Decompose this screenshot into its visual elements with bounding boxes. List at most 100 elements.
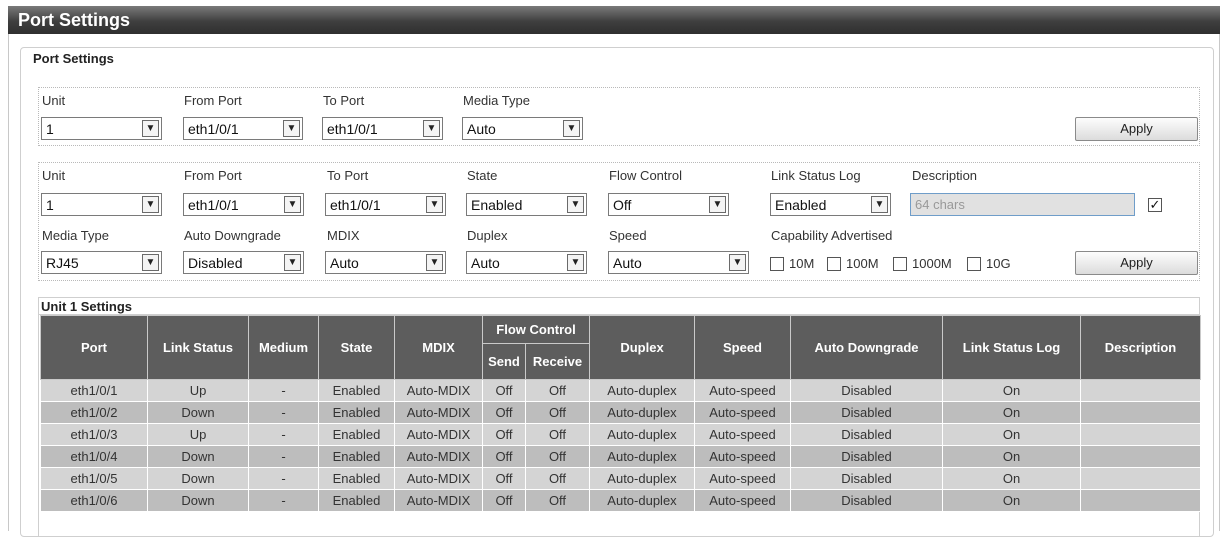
cell-duplex: Auto-duplex — [589, 467, 695, 490]
duplex-select[interactable]: Auto ▼ — [466, 251, 587, 274]
mdix-select-value: Auto — [330, 255, 359, 271]
to-port-select-value: eth1/0/1 — [330, 197, 381, 213]
chevron-down-icon: ▼ — [423, 120, 440, 137]
cell-auto-downgrade: Disabled — [790, 489, 943, 512]
from-port-select[interactable]: eth1/0/1 ▼ — [183, 117, 303, 140]
capability-10m-label: 10M — [789, 256, 815, 271]
flow-control-label: Flow Control — [609, 168, 682, 183]
media-type-select-value: Auto — [467, 121, 496, 137]
cell-duplex: Auto-duplex — [589, 445, 695, 468]
cell-medium: - — [248, 467, 319, 490]
media-type-label: Media Type — [463, 93, 530, 108]
speed-select[interactable]: Auto ▼ — [608, 251, 749, 274]
cell-state: Enabled — [318, 401, 395, 424]
header-receive: Receive — [525, 343, 590, 380]
to-port-label: To Port — [327, 168, 369, 183]
header-flow-control: Flow Control — [482, 315, 590, 344]
header-description: Description — [1080, 315, 1201, 380]
chevron-down-icon: ▼ — [284, 254, 301, 271]
duplex-select-value: Auto — [471, 255, 500, 271]
cell-receive: Off — [525, 379, 590, 402]
header-link-status: Link Status — [147, 315, 249, 380]
chevron-down-icon: ▼ — [563, 120, 580, 137]
capability-10m-checkbox[interactable] — [770, 257, 784, 271]
cell-mdix: Auto-MDIX — [394, 401, 483, 424]
cell-duplex: Auto-duplex — [589, 379, 695, 402]
cell-port: eth1/0/6 — [40, 489, 148, 512]
unit-select-value: 1 — [46, 121, 54, 137]
cell-link-status: Down — [147, 489, 249, 512]
cell-medium: - — [248, 423, 319, 446]
apply-button-2[interactable]: Apply — [1075, 251, 1198, 275]
to-port-select[interactable]: eth1/0/1 ▼ — [325, 193, 446, 216]
unit-select[interactable]: 1 ▼ — [41, 117, 162, 140]
apply-button[interactable]: Apply — [1075, 117, 1198, 141]
cell-port: eth1/0/4 — [40, 445, 148, 468]
cell-speed: Auto-speed — [694, 401, 791, 424]
state-label: State — [467, 168, 498, 183]
table-row: eth1/0/3 Up - Enabled Auto-MDIX Off Off Auto-du… — [40, 423, 1201, 446]
cell-medium: - — [248, 489, 319, 512]
media-type-select[interactable]: RJ45 ▼ — [41, 251, 162, 274]
port-settings-table: Port Link Status Medium State MDIX Flow … — [40, 315, 1201, 512]
from-port-select-value: eth1/0/1 — [188, 197, 239, 213]
header-send: Send — [482, 343, 526, 380]
cell-state: Enabled — [318, 379, 395, 402]
state-select[interactable]: Enabled ▼ — [466, 193, 587, 216]
from-port-select[interactable]: eth1/0/1 ▼ — [183, 193, 304, 216]
to-port-label: To Port — [323, 93, 365, 108]
cell-description — [1080, 467, 1201, 490]
state-select-value: Enabled — [471, 197, 523, 213]
to-port-select[interactable]: eth1/0/1 ▼ — [322, 117, 443, 140]
chevron-down-icon: ▼ — [142, 254, 159, 271]
speed-label: Speed — [609, 228, 647, 243]
table-row: eth1/0/1 Up - Enabled Auto-MDIX Off Off Auto-du… — [40, 379, 1201, 402]
unit-label: Unit — [42, 93, 66, 108]
description-checkbox[interactable]: ✓ — [1148, 198, 1162, 212]
link-status-log-select[interactable]: Enabled ▼ — [770, 193, 891, 216]
cell-link-status-log: On — [942, 423, 1081, 446]
capability-1000m-checkbox[interactable] — [893, 257, 907, 271]
chevron-down-icon: ▼ — [709, 196, 726, 213]
unit-select[interactable]: 1 ▼ — [41, 193, 162, 216]
cell-state: Enabled — [318, 445, 395, 468]
auto-downgrade-select[interactable]: Disabled ▼ — [183, 251, 304, 274]
chevron-down-icon: ▼ — [284, 196, 301, 213]
cell-send: Off — [482, 379, 526, 402]
cell-receive: Off — [525, 445, 590, 468]
unit-select-value: 1 — [46, 197, 54, 213]
chevron-down-icon: ▼ — [283, 120, 300, 137]
from-port-select-value: eth1/0/1 — [188, 121, 239, 137]
mdix-select[interactable]: Auto ▼ — [325, 251, 446, 274]
table-row: eth1/0/6 Down - Enabled Auto-MDIX Off Off Auto-… — [40, 489, 1201, 512]
capability-100m-checkbox[interactable] — [827, 257, 841, 271]
capability-1000m-label: 1000M — [912, 256, 952, 271]
flow-control-select[interactable]: Off ▼ — [608, 193, 729, 216]
description-input[interactable]: 64 chars — [910, 193, 1135, 216]
cell-medium: - — [248, 379, 319, 402]
header-mdix: MDIX — [394, 315, 483, 380]
port-settings-legend: Port Settings — [30, 51, 120, 66]
media-type-select[interactable]: Auto ▼ — [462, 117, 583, 140]
unit-settings-title: Unit 1 Settings — [38, 297, 1200, 315]
cell-state: Enabled — [318, 467, 395, 490]
cell-link-status-log: On — [942, 489, 1081, 512]
cell-description — [1080, 445, 1201, 468]
link-status-log-select-value: Enabled — [775, 197, 827, 213]
cell-port: eth1/0/2 — [40, 401, 148, 424]
cell-link-status-log: On — [942, 379, 1081, 402]
cell-link-status: Down — [147, 467, 249, 490]
cell-link-status-log: On — [942, 467, 1081, 490]
table-row: eth1/0/2 Down - Enabled Auto-MDIX Off Off Auto-… — [40, 401, 1201, 424]
table-row: eth1/0/5 Down - Enabled Auto-MDIX Off Off Auto-… — [40, 467, 1201, 490]
to-port-select-value: eth1/0/1 — [327, 121, 378, 137]
header-state: State — [318, 315, 395, 380]
checkmark-icon: ✓ — [1149, 197, 1161, 212]
chevron-down-icon: ▼ — [142, 196, 159, 213]
cell-speed: Auto-speed — [694, 467, 791, 490]
cell-mdix: Auto-MDIX — [394, 423, 483, 446]
cell-send: Off — [482, 445, 526, 468]
duplex-label: Duplex — [467, 228, 508, 243]
cell-medium: - — [248, 401, 319, 424]
capability-10g-checkbox[interactable] — [967, 257, 981, 271]
